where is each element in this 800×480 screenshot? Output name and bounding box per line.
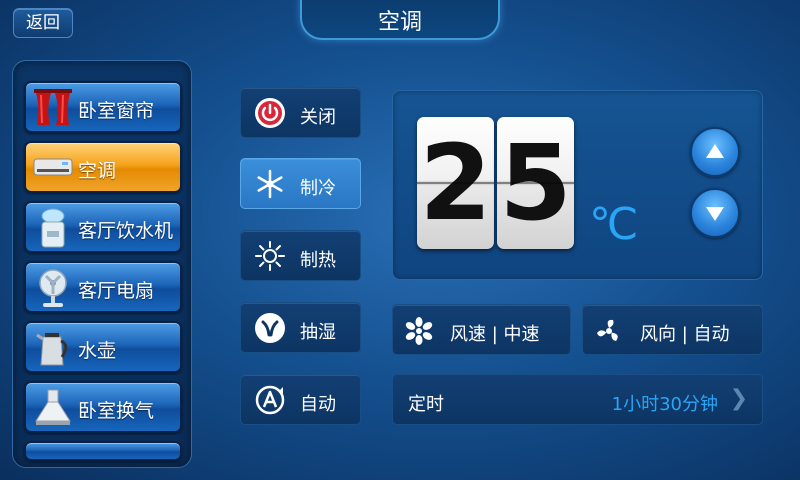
mode-off-button[interactable]: 关闭 (240, 87, 361, 138)
sidebar-item-label: 卧室换气 (78, 400, 155, 422)
temperature-unit: ℃ (589, 199, 639, 250)
sidebar-item-label: 水壶 (78, 340, 117, 362)
mode-heat-button[interactable]: 制热 (240, 230, 361, 281)
mode-label: 制热 (300, 250, 336, 271)
page-title: 空调 (377, 10, 422, 35)
range-hood-icon (35, 389, 71, 425)
back-button[interactable]: 返回 (13, 8, 73, 38)
mode-dehumidify-button[interactable]: 抽湿 (240, 302, 361, 353)
mode-cool-button[interactable]: 制冷 (240, 158, 361, 209)
mode-label: 抽湿 (300, 322, 336, 343)
sidebar-item-water-dispenser[interactable]: 客厅饮水机 (24, 201, 182, 253)
sun-icon (255, 241, 285, 271)
timer-label: 定时 (408, 394, 444, 415)
mode-auto-button[interactable]: 自动 (240, 374, 361, 425)
fan-speed-label: 风速 | 中速 (450, 324, 540, 345)
fan-speed-icon (405, 317, 433, 345)
sidebar-item-bedroom-ventilation[interactable]: 卧室换气 (24, 381, 182, 433)
water-dispenser-icon (41, 208, 65, 248)
auto-icon (255, 385, 285, 415)
fan-direction-label: 风向 | 自动 (640, 324, 730, 345)
fan-direction-icon (597, 319, 618, 341)
curtain-icon (34, 89, 72, 125)
fan-direction-button[interactable]: 风向 | 自动 (582, 304, 763, 355)
mode-label: 制冷 (300, 178, 336, 199)
sidebar-item-air-conditioner[interactable]: 空调 (24, 141, 182, 193)
air-conditioner-icon (33, 158, 73, 176)
sidebar-item-electric-fan[interactable]: 客厅电扇 (24, 261, 182, 313)
temperature-tens-digit: 2 (417, 117, 494, 249)
sidebar-item-partial[interactable] (24, 441, 182, 461)
sidebar-item-label: 客厅电扇 (78, 280, 155, 302)
sidebar-item-bedroom-curtain[interactable]: 卧室窗帘 (24, 81, 182, 133)
title-tab: 空调 (300, 0, 500, 40)
device-sidebar: 卧室窗帘 空调 客厅饮水机 客厅电扇 水壶 卧室换气 (12, 60, 192, 468)
triangle-down-icon (706, 207, 724, 221)
mode-label: 自动 (300, 394, 336, 415)
sidebar-item-label: 客厅饮水机 (78, 220, 174, 242)
timer-value: 1小时30分钟 (611, 394, 718, 415)
temperature-down-button[interactable] (690, 188, 740, 238)
snowflake-icon (257, 169, 283, 199)
timer-row[interactable]: 定时 1小时30分钟 ❯ (392, 374, 763, 425)
temperature-panel: 2 5 ℃ (392, 90, 763, 280)
sidebar-item-kettle[interactable]: 水壶 (24, 321, 182, 373)
temperature-up-button[interactable] (690, 127, 740, 177)
sidebar-item-label: 卧室窗帘 (78, 100, 155, 122)
temperature-ones-digit: 5 (497, 117, 574, 249)
triangle-up-icon (706, 144, 724, 158)
fan-speed-button[interactable]: 风速 | 中速 (392, 304, 571, 355)
electric-fan-icon (39, 269, 67, 307)
mode-label: 关闭 (300, 107, 336, 128)
sidebar-item-label: 空调 (78, 160, 117, 182)
chevron-right-icon: ❯ (729, 386, 748, 411)
power-icon (255, 98, 285, 128)
dehumidify-icon (255, 313, 285, 343)
kettle-icon (36, 333, 68, 366)
